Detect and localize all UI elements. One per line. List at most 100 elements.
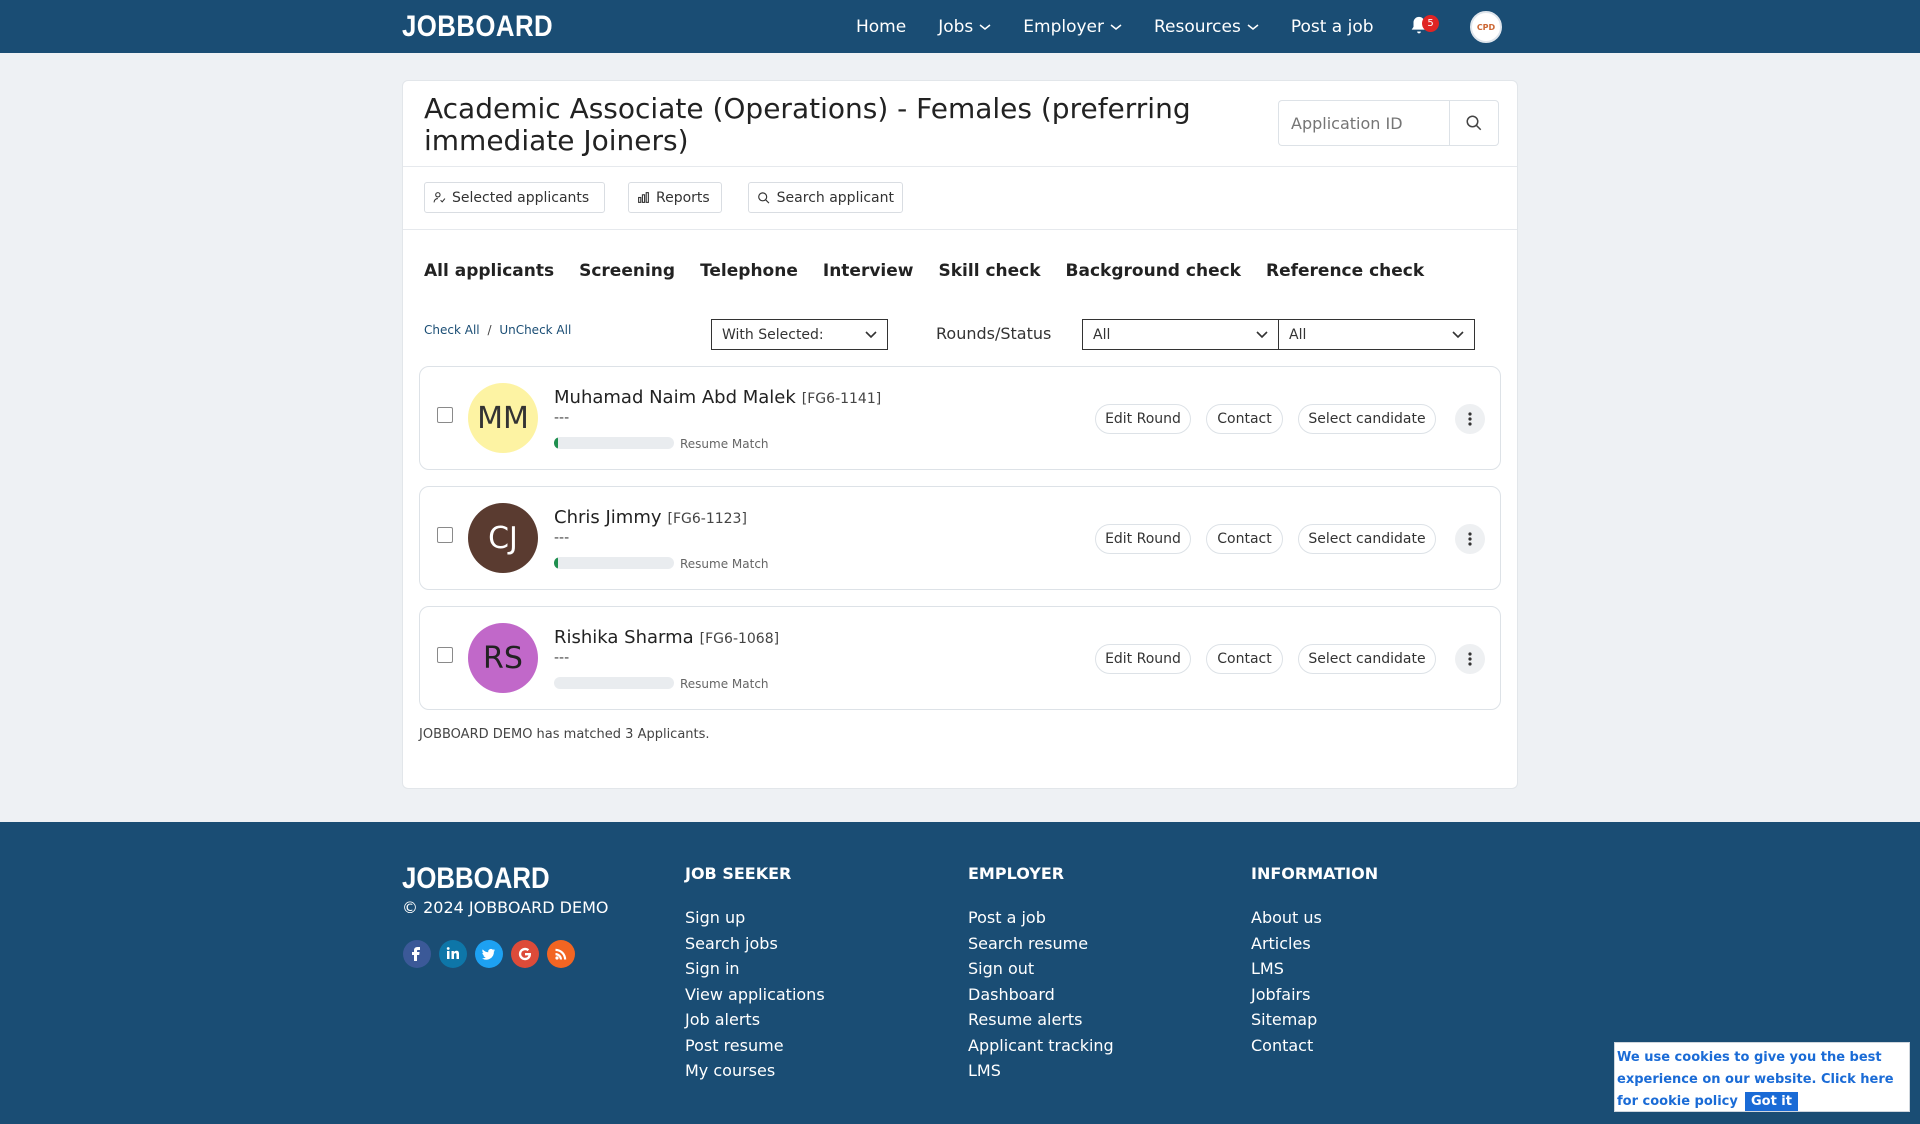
- tab-skill-check[interactable]: Skill check: [939, 261, 1041, 281]
- footer-link[interactable]: View applications: [685, 982, 825, 1008]
- resume-match-label: Resume Match: [680, 437, 769, 451]
- footer-link[interactable]: Dashboard: [968, 982, 1114, 1008]
- applicant-name-row: Chris Jimmy [FG6-1123]: [554, 507, 747, 528]
- footer-link[interactable]: Contact: [1251, 1033, 1378, 1059]
- footer-link[interactable]: LMS: [968, 1058, 1114, 1084]
- resume-match-bar: [554, 677, 674, 689]
- footer-link[interactable]: Articles: [1251, 931, 1378, 957]
- footer-column-heading: EMPLOYER: [968, 864, 1065, 883]
- applicant-subtitle: ---: [554, 650, 570, 666]
- cookie-accept-button[interactable]: Got it: [1744, 1092, 1798, 1111]
- resume-match-fill: [554, 437, 558, 449]
- notification-badge: 5: [1422, 15, 1439, 32]
- check-all-link[interactable]: Check All: [424, 323, 480, 337]
- more-options-button[interactable]: [1455, 404, 1485, 434]
- footer-link[interactable]: Resume alerts: [968, 1007, 1114, 1033]
- applicant-name[interactable]: Rishika Sharma: [554, 627, 694, 648]
- divider: [403, 229, 1517, 230]
- select-candidate-button[interactable]: Select candidate: [1298, 524, 1436, 554]
- linkedin-icon[interactable]: [439, 940, 467, 968]
- applicant-checkbox[interactable]: [437, 527, 453, 543]
- more-options-button[interactable]: [1455, 524, 1485, 554]
- select-candidate-button[interactable]: Select candidate: [1298, 644, 1436, 674]
- more-options-button[interactable]: [1455, 644, 1485, 674]
- main-nav: Home Jobs Employer Resources Post a job: [856, 0, 1406, 53]
- footer-link[interactable]: Sign in: [685, 956, 825, 982]
- footer-logo[interactable]: JOBBOARD: [402, 862, 550, 896]
- footer-link[interactable]: Sitemap: [1251, 1007, 1378, 1033]
- nav-resources[interactable]: Resources: [1154, 17, 1259, 37]
- applicant-id: [FG6-1141]: [801, 391, 882, 407]
- cookie-banner: We use cookies to give you the best expe…: [1614, 1042, 1910, 1112]
- contact-button[interactable]: Contact: [1206, 404, 1283, 434]
- nav-home[interactable]: Home: [856, 17, 906, 37]
- footer-link[interactable]: Post resume: [685, 1033, 825, 1059]
- footer-link[interactable]: Sign up: [685, 905, 825, 931]
- tab-reference-check[interactable]: Reference check: [1266, 261, 1424, 281]
- tab-screening[interactable]: Screening: [579, 261, 675, 281]
- search-applicant-button[interactable]: Search applicant: [748, 182, 903, 213]
- user-avatar[interactable]: CPD: [1470, 11, 1502, 43]
- resume-match-fill: [554, 557, 558, 569]
- footer-link[interactable]: LMS: [1251, 956, 1378, 982]
- applicant-checkbox[interactable]: [437, 647, 453, 663]
- applicant-name[interactable]: Muhamad Naim Abd Malek: [554, 387, 796, 408]
- chevron-down-icon: [1452, 330, 1464, 338]
- chevron-down-icon: [1256, 330, 1268, 338]
- tab-telephone[interactable]: Telephone: [700, 261, 798, 281]
- application-id-search-button[interactable]: [1449, 100, 1499, 146]
- nav-label: Resources: [1154, 16, 1241, 37]
- footer-link[interactable]: Applicant tracking: [968, 1033, 1114, 1059]
- contact-button[interactable]: Contact: [1206, 644, 1283, 674]
- rss-icon[interactable]: [547, 940, 575, 968]
- status-dropdown[interactable]: All: [1278, 319, 1475, 350]
- bar-chart-icon: [638, 192, 649, 203]
- footer-column-job-seeker: JOB SEEKER Sign up Search jobs Sign in View …: [685, 864, 825, 1084]
- with-selected-dropdown[interactable]: With Selected:: [711, 319, 888, 350]
- applicant-subtitle: ---: [554, 410, 570, 426]
- resume-match-label: Resume Match: [680, 557, 769, 571]
- footer-link[interactable]: Search resume: [968, 931, 1114, 957]
- tab-background-check[interactable]: Background check: [1066, 261, 1241, 281]
- applicant-name[interactable]: Chris Jimmy: [554, 507, 662, 528]
- applicant-checkbox[interactable]: [437, 407, 453, 423]
- footer-link[interactable]: Job alerts: [685, 1007, 825, 1033]
- check-separator: /: [487, 323, 492, 337]
- tab-interview[interactable]: Interview: [823, 261, 914, 281]
- footer-column-employer: EMPLOYER Post a job Search resume Sign out D…: [968, 864, 1114, 1084]
- footer-link[interactable]: Search jobs: [685, 931, 825, 957]
- check-all-controls: Check All / UnCheck All: [424, 323, 571, 337]
- edit-round-button[interactable]: Edit Round: [1095, 524, 1191, 554]
- applicant-id: [FG6-1068]: [699, 631, 780, 647]
- nav-post-a-job[interactable]: Post a job: [1291, 17, 1374, 37]
- nav-employer[interactable]: Employer: [1023, 17, 1122, 37]
- chevron-down-icon: [865, 330, 877, 338]
- footer-link[interactable]: Sign out: [968, 956, 1114, 982]
- edit-round-button[interactable]: Edit Round: [1095, 644, 1191, 674]
- footer-link[interactable]: Jobfairs: [1251, 982, 1378, 1008]
- application-id-search: [1278, 100, 1450, 146]
- search-icon: [1466, 115, 1482, 131]
- application-id-input[interactable]: [1279, 101, 1450, 145]
- footer-link[interactable]: About us: [1251, 905, 1378, 931]
- rounds-status-label: Rounds/Status: [936, 324, 1052, 343]
- select-candidate-button[interactable]: Select candidate: [1298, 404, 1436, 434]
- footer-link[interactable]: Post a job: [968, 905, 1114, 931]
- contact-button[interactable]: Contact: [1206, 524, 1283, 554]
- twitter-icon[interactable]: [475, 940, 503, 968]
- uncheck-all-link[interactable]: UnCheck All: [499, 323, 571, 337]
- tab-all-applicants[interactable]: All applicants: [424, 261, 554, 281]
- footer-link[interactable]: My courses: [685, 1058, 825, 1084]
- round-dropdown[interactable]: All: [1082, 319, 1279, 350]
- reports-button[interactable]: Reports: [628, 182, 722, 213]
- facebook-icon[interactable]: [403, 940, 431, 968]
- selected-applicants-button[interactable]: Selected applicants: [424, 182, 605, 213]
- edit-round-button[interactable]: Edit Round: [1095, 404, 1191, 434]
- kebab-menu-icon: [1468, 532, 1472, 546]
- with-selected-value: With Selected:: [722, 326, 824, 343]
- top-navbar: JOBBOARD Home Jobs Employer Resources Post a…: [0, 0, 1920, 53]
- google-icon[interactable]: [511, 940, 539, 968]
- nav-jobs[interactable]: Jobs: [938, 17, 991, 37]
- status-value: All: [1289, 326, 1307, 343]
- site-logo[interactable]: JOBBOARD: [402, 10, 553, 44]
